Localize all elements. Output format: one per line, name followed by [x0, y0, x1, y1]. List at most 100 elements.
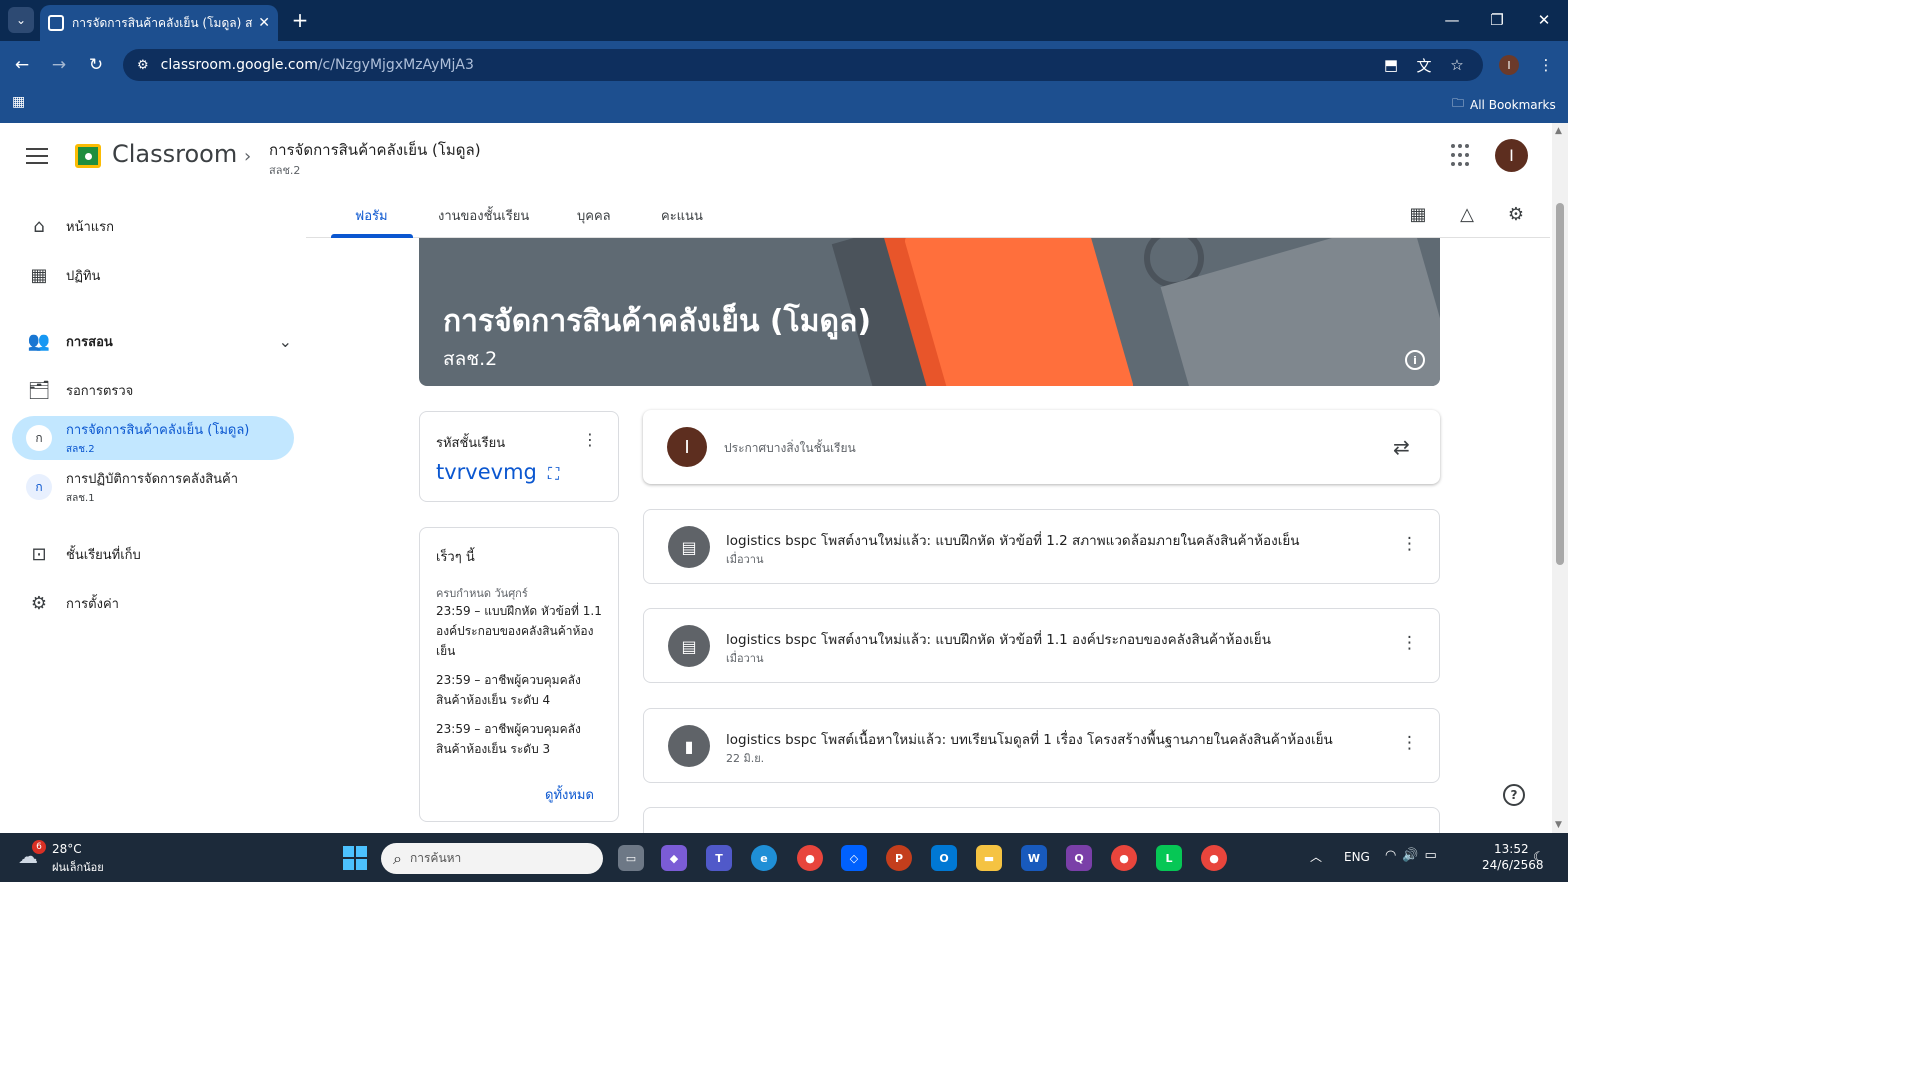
account-avatar[interactable]: I — [1495, 139, 1528, 172]
browser-tab-active[interactable]: การจัดการสินค้าคลังเย็น (โมดูล) สลช. ✕ — [40, 5, 278, 41]
taskbar-search-input[interactable]: ⌕ การค้นหา — [381, 843, 603, 874]
word-icon[interactable]: W — [1021, 845, 1047, 871]
stream-post[interactable]: ▤ logistics bspc โพสต์งานใหม่แล้ว: แบบฝึ… — [643, 509, 1440, 584]
tab-people[interactable]: บุคคล — [577, 205, 611, 226]
tab-stream[interactable]: ฟอรัม — [355, 205, 388, 226]
stream-post[interactable]: ▤ logistics bspc โพสต์งานใหม่แล้ว: แบบฝึ… — [643, 608, 1440, 683]
edge-icon[interactable]: e — [751, 845, 777, 871]
tab-search-chevron-icon[interactable]: ⌄ — [8, 7, 34, 33]
task-view-icon[interactable]: ▭ — [618, 845, 644, 871]
minimize-window-icon[interactable]: — — [1432, 6, 1472, 34]
post-title[interactable]: logistics bspc โพสต์งานใหม่แล้ว: แบบฝึกห… — [726, 628, 1271, 650]
sidebar-item-home[interactable]: ⌂ หน้าแรก — [12, 204, 294, 248]
translate-icon[interactable]: 文 — [1414, 55, 1434, 75]
home-icon: ⌂ — [33, 215, 45, 237]
sidebar-item-to-review[interactable]: 🗂 รอการตรวจ — [12, 368, 294, 412]
input-language[interactable]: ENG — [1344, 850, 1370, 864]
course-banner: การจัดการสินค้าคลังเย็น (โมดูล) สลช.2 i — [419, 238, 1440, 386]
sidebar-item-archived[interactable]: ⊡ ชั้นเรียนที่เก็บ — [12, 532, 294, 576]
more-vert-icon[interactable]: ⋮ — [1401, 733, 1418, 753]
tab-classwork[interactable]: งานของชั้นเรียน — [438, 205, 529, 226]
sidebar-item-settings[interactable]: ⚙ การตั้งค่า — [12, 581, 294, 625]
search-placeholder: การค้นหา — [409, 851, 462, 865]
post-title[interactable]: logistics bspc โพสต์งานใหม่แล้ว: แบบฝึกห… — [726, 529, 1300, 551]
tab-title: การจัดการสินค้าคลังเย็น (โมดูล) สลช. — [72, 15, 253, 30]
help-icon[interactable]: ? — [1503, 784, 1525, 806]
site-settings-icon[interactable]: ⚙ — [137, 58, 149, 73]
active-tab-indicator — [331, 234, 413, 238]
all-bookmarks-button[interactable]: 🗀 All Bookmarks — [1452, 94, 1556, 115]
class-settings-gear-icon[interactable]: ⚙ — [1504, 202, 1528, 226]
apps-shortcut-icon[interactable]: ▦ — [12, 94, 25, 110]
main-menu-icon[interactable] — [26, 145, 48, 167]
browser-menu-icon[interactable]: ⋮ — [1536, 55, 1556, 75]
sidebar-item-calendar[interactable]: ▦ ปฏิทิน — [12, 253, 294, 297]
class-name: การปฏิบัติการจัดการคลังสินค้า — [66, 472, 239, 487]
more-vert-icon[interactable]: ⋮ — [1401, 633, 1418, 653]
teams-icon[interactable]: T — [706, 845, 732, 871]
course-section: สลช.2 — [269, 164, 301, 177]
upcoming-item[interactable]: 23:59 – แบบฝึกหัด หัวข้อที่ 1.1 องค์ประก… — [436, 601, 606, 661]
wifi-volume-battery-icon[interactable]: ◠🔊▭ — [1385, 848, 1443, 863]
chevron-down-icon[interactable]: ⌄ — [279, 332, 292, 351]
back-arrow-icon[interactable]: ← — [10, 53, 34, 77]
restore-window-icon[interactable]: ❐ — [1477, 6, 1517, 34]
tab-close-icon[interactable]: ✕ — [258, 15, 270, 31]
view-all-link[interactable]: ดูทั้งหมด — [545, 784, 594, 805]
more-vert-icon[interactable]: ⋮ — [582, 430, 598, 449]
file-explorer-icon[interactable]: ▬ — [976, 845, 1002, 871]
copilot-icon[interactable]: ◆ — [661, 845, 687, 871]
forward-arrow-icon[interactable]: → — [47, 53, 71, 77]
calendar-icon: ▦ — [30, 264, 48, 286]
chrome-icon[interactable]: ● — [797, 845, 823, 871]
more-vert-icon[interactable]: ⋮ — [1401, 534, 1418, 554]
line-icon[interactable]: L — [1156, 845, 1182, 871]
bookmark-star-icon[interactable]: ☆ — [1447, 55, 1467, 75]
install-app-icon[interactable]: ⬒ — [1381, 55, 1401, 75]
chrome-profile-icon[interactable]: ● — [1111, 845, 1137, 871]
tab-grades[interactable]: คะแนน — [661, 205, 703, 226]
stream-post[interactable]: ▮ logistics bspc โพสต์เนื้อหาใหม่แล้ว: บ… — [643, 708, 1440, 783]
sidebar-item-teaching[interactable]: 👥 การสอน ⌄ — [12, 319, 302, 363]
address-bar[interactable]: ⚙ classroom.google.com/c/NzgyMjgxMzAyMjA… — [123, 49, 1483, 81]
announcement-composer[interactable]: I ประกาศบางสิ่งในชั้นเรียน ⇄ — [643, 410, 1440, 484]
drive-icon[interactable]: △ — [1455, 202, 1479, 226]
sidebar-class-active[interactable]: ก การจัดการสินค้าคลังเย็น (โมดูล) สลช.2 — [12, 416, 294, 460]
powerpoint-icon[interactable]: P — [886, 845, 912, 871]
info-icon[interactable]: i — [1405, 350, 1425, 370]
sidebar-class[interactable]: ก การปฏิบัติการจัดการคลังสินค้า สลช.1 — [12, 465, 294, 509]
search-icon: ⌕ — [393, 848, 402, 868]
browser-profile-avatar[interactable]: I — [1499, 55, 1519, 75]
announcement-placeholder[interactable]: ประกาศบางสิ่งในชั้นเรียน — [724, 439, 856, 458]
weather-temperature[interactable]: 28°C — [52, 842, 82, 856]
tray-overflow-chevron-icon[interactable]: ︿ — [1310, 848, 1322, 865]
upcoming-item[interactable]: 23:59 – อาชีพผู้ควบคุมคลังสินค้าห้องเย็น… — [436, 670, 606, 710]
class-section: สลช.2 — [66, 444, 95, 455]
close-window-icon[interactable]: ✕ — [1524, 6, 1564, 34]
dropbox-icon[interactable]: ◇ — [841, 845, 867, 871]
outlook-icon[interactable]: O — [931, 845, 957, 871]
clock-time[interactable]: 13:52 — [1494, 842, 1529, 856]
google-apps-icon[interactable] — [1451, 144, 1475, 168]
repost-icon[interactable]: ⇄ — [1393, 435, 1410, 459]
app-name[interactable]: Classroom — [112, 140, 237, 168]
calendar-icon[interactable]: ▦ — [1406, 202, 1430, 226]
notification-bell-icon[interactable]: ☾ — [1533, 850, 1545, 865]
post-date: เมื่อวาน — [726, 553, 764, 566]
fullscreen-icon[interactable]: ⛶ — [548, 464, 559, 484]
chrome-active-icon[interactable]: ● — [1201, 845, 1227, 871]
post-title[interactable]: logistics bspc โพสต์เนื้อหาใหม่แล้ว: บทเ… — [726, 728, 1333, 750]
scroll-down-icon[interactable]: ▼ — [1555, 820, 1562, 830]
weather-description[interactable]: ฝนเล็กน้อย — [52, 858, 104, 876]
new-tab-plus-icon[interactable]: + — [288, 8, 312, 32]
class-code-value: tvrvevmg — [436, 460, 537, 484]
class-initial-avatar: ก — [26, 474, 52, 500]
scrollbar-thumb[interactable] — [1556, 203, 1564, 565]
reload-icon[interactable]: ↻ — [84, 53, 108, 77]
scroll-up-icon[interactable]: ▲ — [1555, 126, 1562, 136]
windows-start-icon[interactable] — [343, 846, 367, 870]
pdf-app-icon[interactable]: Q — [1066, 845, 1092, 871]
classroom-logo-icon[interactable] — [75, 144, 101, 168]
upcoming-item[interactable]: 23:59 – อาชีพผู้ควบคุมคลังสินค้าห้องเย็น… — [436, 719, 606, 759]
tab-favicon-icon — [48, 15, 64, 31]
